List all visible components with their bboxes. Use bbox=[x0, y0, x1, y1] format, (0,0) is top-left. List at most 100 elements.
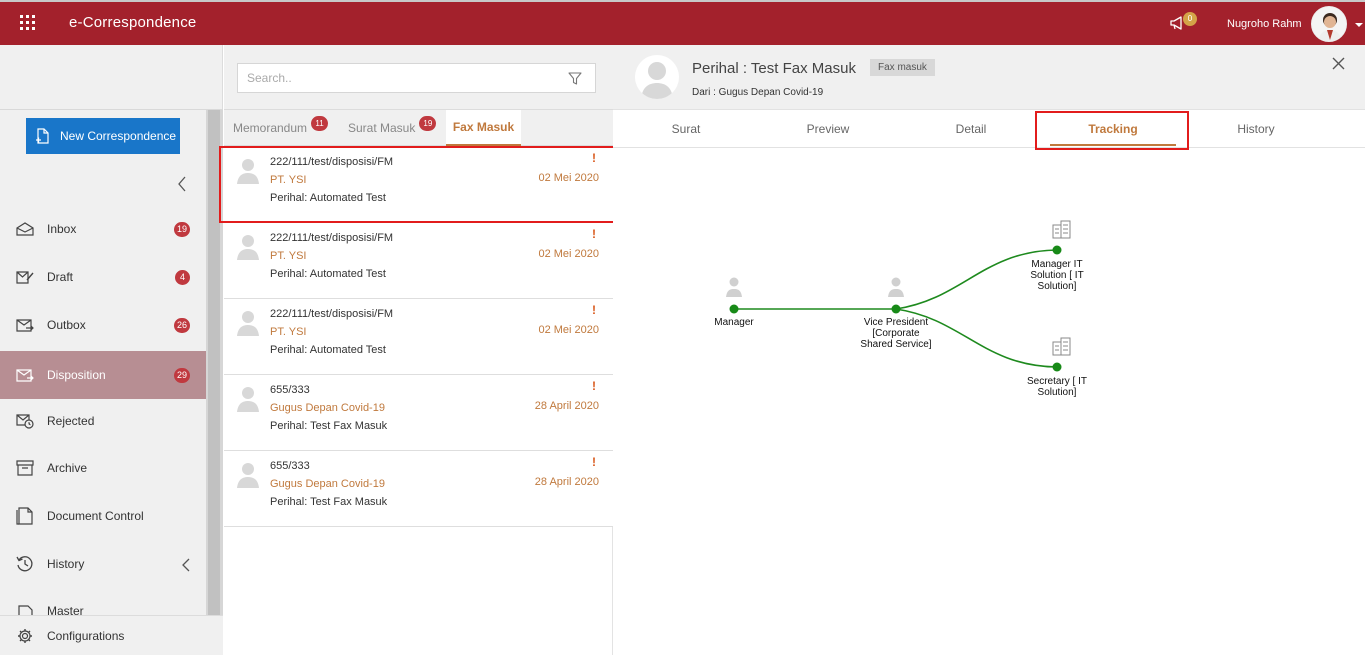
list-tabs: Memorandum 11 Surat Masuk 19 Fax Masuk bbox=[224, 110, 613, 146]
detail-tabs: Surat Preview Detail Tracking History bbox=[613, 110, 1365, 148]
sidebar-item-label: History bbox=[47, 557, 85, 571]
tab-tracking[interactable]: Tracking bbox=[1042, 110, 1184, 148]
list-item-date: 02 Mei 2020 bbox=[538, 248, 599, 260]
filter-icon[interactable] bbox=[568, 72, 582, 85]
sender-avatar bbox=[635, 55, 679, 99]
tab-surat-masuk[interactable]: Surat Masuk 19 bbox=[348, 110, 437, 146]
list-item-sender: PT. YSI bbox=[270, 174, 307, 186]
history-icon bbox=[15, 554, 35, 574]
list-item-sender: PT. YSI bbox=[270, 250, 307, 262]
person-icon bbox=[237, 463, 259, 488]
sidebar-scrollbar[interactable] bbox=[206, 110, 223, 615]
sidebar-scrollbar-thumb[interactable] bbox=[208, 110, 220, 615]
sidebar-item-rejected[interactable]: Rejected bbox=[0, 397, 206, 445]
sidebar-item-draft[interactable]: Draft 4 bbox=[0, 253, 206, 301]
sidebar-item-outbox[interactable]: Outbox 26 bbox=[0, 301, 206, 349]
tab-surat[interactable]: Surat bbox=[615, 110, 757, 148]
new-document-icon bbox=[36, 128, 49, 144]
tracking-diagram: Manager Vice President [Corporate Shared… bbox=[613, 149, 1365, 655]
surat-masuk-count-badge: 19 bbox=[419, 115, 437, 131]
archive-icon bbox=[15, 458, 35, 478]
list-item-number: 222/111/test/disposisi/FM bbox=[270, 156, 394, 168]
sidebar-item-disposition[interactable]: Disposition 29 bbox=[0, 351, 206, 399]
sidebar-header bbox=[0, 45, 223, 110]
building-icon bbox=[1052, 337, 1071, 356]
tab-fax-masuk[interactable]: Fax Masuk bbox=[446, 110, 521, 146]
person-icon bbox=[237, 387, 259, 412]
list-item-subject: Perihal: Automated Test bbox=[270, 192, 386, 204]
outbox-count-badge: 26 bbox=[173, 318, 190, 333]
tracking-node-dot[interactable] bbox=[891, 304, 901, 314]
sidebar-item-label: Archive bbox=[47, 461, 88, 475]
list-item-number: 655/333 bbox=[270, 460, 310, 472]
sidebar-item-label: Rejected bbox=[47, 414, 95, 428]
sidebar-footer: Configurations bbox=[0, 615, 223, 655]
tab-detail[interactable]: Detail bbox=[900, 110, 1042, 148]
disposition-icon bbox=[15, 365, 35, 385]
master-icon bbox=[15, 604, 35, 615]
gear-icon bbox=[15, 626, 35, 646]
sidebar-item-label: Draft bbox=[47, 270, 74, 284]
list-item-subject: Perihal: Test Fax Masuk bbox=[270, 420, 388, 432]
user-name[interactable]: Nugroho Rahm bbox=[1227, 18, 1302, 30]
list-item-date: 28 April 2020 bbox=[534, 400, 599, 412]
tab-memorandum[interactable]: Memorandum 11 bbox=[233, 110, 329, 146]
search-input[interactable] bbox=[238, 64, 538, 92]
collapse-sidebar-button[interactable] bbox=[177, 176, 187, 197]
notification-button[interactable]: 0 bbox=[1170, 12, 1198, 36]
person-icon bbox=[726, 277, 742, 297]
list-item-subject: Perihal: Test Fax Masuk bbox=[270, 496, 388, 508]
sidebar-item-document-control[interactable]: Document Control bbox=[0, 492, 206, 540]
detail-sender: Dari : Gugus Depan Covid-19 bbox=[692, 87, 824, 98]
list-item-sender: Gugus Depan Covid-19 bbox=[270, 402, 385, 414]
draft-count-badge: 4 bbox=[175, 270, 190, 285]
list-item-date: 28 April 2020 bbox=[534, 476, 599, 488]
list-item-subject: Perihal: Automated Test bbox=[270, 268, 386, 280]
tab-history[interactable]: History bbox=[1185, 110, 1327, 148]
tracking-node-dot[interactable] bbox=[1052, 362, 1062, 372]
app-grid-icon[interactable] bbox=[20, 15, 36, 31]
tab-label: Surat Masuk bbox=[348, 121, 416, 135]
detail-header: Perihal : Test Fax Masuk Fax masuk Dari … bbox=[613, 45, 1365, 110]
sidebar: New Correspondence Inbox 19 Draft 4 Outb… bbox=[0, 45, 223, 655]
priority-flag-icon: ! bbox=[592, 227, 596, 241]
detail-title: Perihal : Test Fax Masuk bbox=[692, 60, 856, 77]
app-title: e-Correspondence bbox=[69, 14, 197, 31]
list-item[interactable]: 655/333 Gugus Depan Covid-19 Perihal: Te… bbox=[224, 375, 613, 451]
user-avatar[interactable] bbox=[1311, 6, 1347, 42]
new-correspondence-label: New Correspondence bbox=[60, 129, 177, 143]
list-item[interactable]: 655/333 Gugus Depan Covid-19 Perihal: Te… bbox=[224, 451, 613, 527]
list-item[interactable]: 222/111/test/disposisi/FM PT. YSI Periha… bbox=[224, 147, 613, 223]
new-correspondence-button[interactable]: New Correspondence bbox=[26, 118, 180, 154]
sidebar-item-inbox[interactable]: Inbox 19 bbox=[0, 205, 206, 253]
tracking-node-label: Manager IT Solution [ IT Solution] bbox=[1030, 259, 1084, 292]
person-icon bbox=[237, 159, 259, 184]
list-item-number: 222/111/test/disposisi/FM bbox=[270, 232, 394, 244]
user-menu-caret-icon[interactable] bbox=[1355, 23, 1363, 27]
sidebar-item-configurations[interactable]: Configurations bbox=[0, 616, 223, 656]
type-tag: Fax masuk bbox=[870, 59, 935, 76]
inbox-icon bbox=[15, 219, 35, 239]
draft-icon bbox=[15, 267, 35, 287]
person-icon bbox=[237, 311, 259, 336]
list-item[interactable]: 222/111/test/disposisi/FM PT. YSI Periha… bbox=[224, 223, 613, 299]
tab-preview[interactable]: Preview bbox=[757, 110, 899, 148]
tracking-node-dot[interactable] bbox=[1052, 245, 1062, 255]
priority-flag-icon: ! bbox=[592, 151, 596, 165]
sidebar-item-label: Master bbox=[47, 604, 84, 615]
sidebar-item-history[interactable]: History bbox=[0, 540, 206, 588]
sidebar-item-label: Outbox bbox=[47, 318, 86, 332]
list-item[interactable]: 222/111/test/disposisi/FM PT. YSI Periha… bbox=[224, 299, 613, 375]
inbox-count-badge: 19 bbox=[173, 222, 190, 237]
tracking-node-dot[interactable] bbox=[729, 304, 739, 314]
priority-flag-icon: ! bbox=[592, 303, 596, 317]
disposition-count-badge: 29 bbox=[173, 368, 190, 383]
list-item-date: 02 Mei 2020 bbox=[538, 324, 599, 336]
close-icon[interactable] bbox=[1332, 57, 1345, 70]
top-bar: e-Correspondence 0 Nugroho Rahm bbox=[0, 0, 1365, 45]
sidebar-item-archive[interactable]: Archive bbox=[0, 444, 206, 492]
sidebar-item-master[interactable]: Master bbox=[0, 588, 206, 615]
person-icon bbox=[641, 62, 673, 99]
sidebar-item-label: Inbox bbox=[47, 222, 77, 236]
memorandum-count-badge: 11 bbox=[311, 115, 329, 131]
